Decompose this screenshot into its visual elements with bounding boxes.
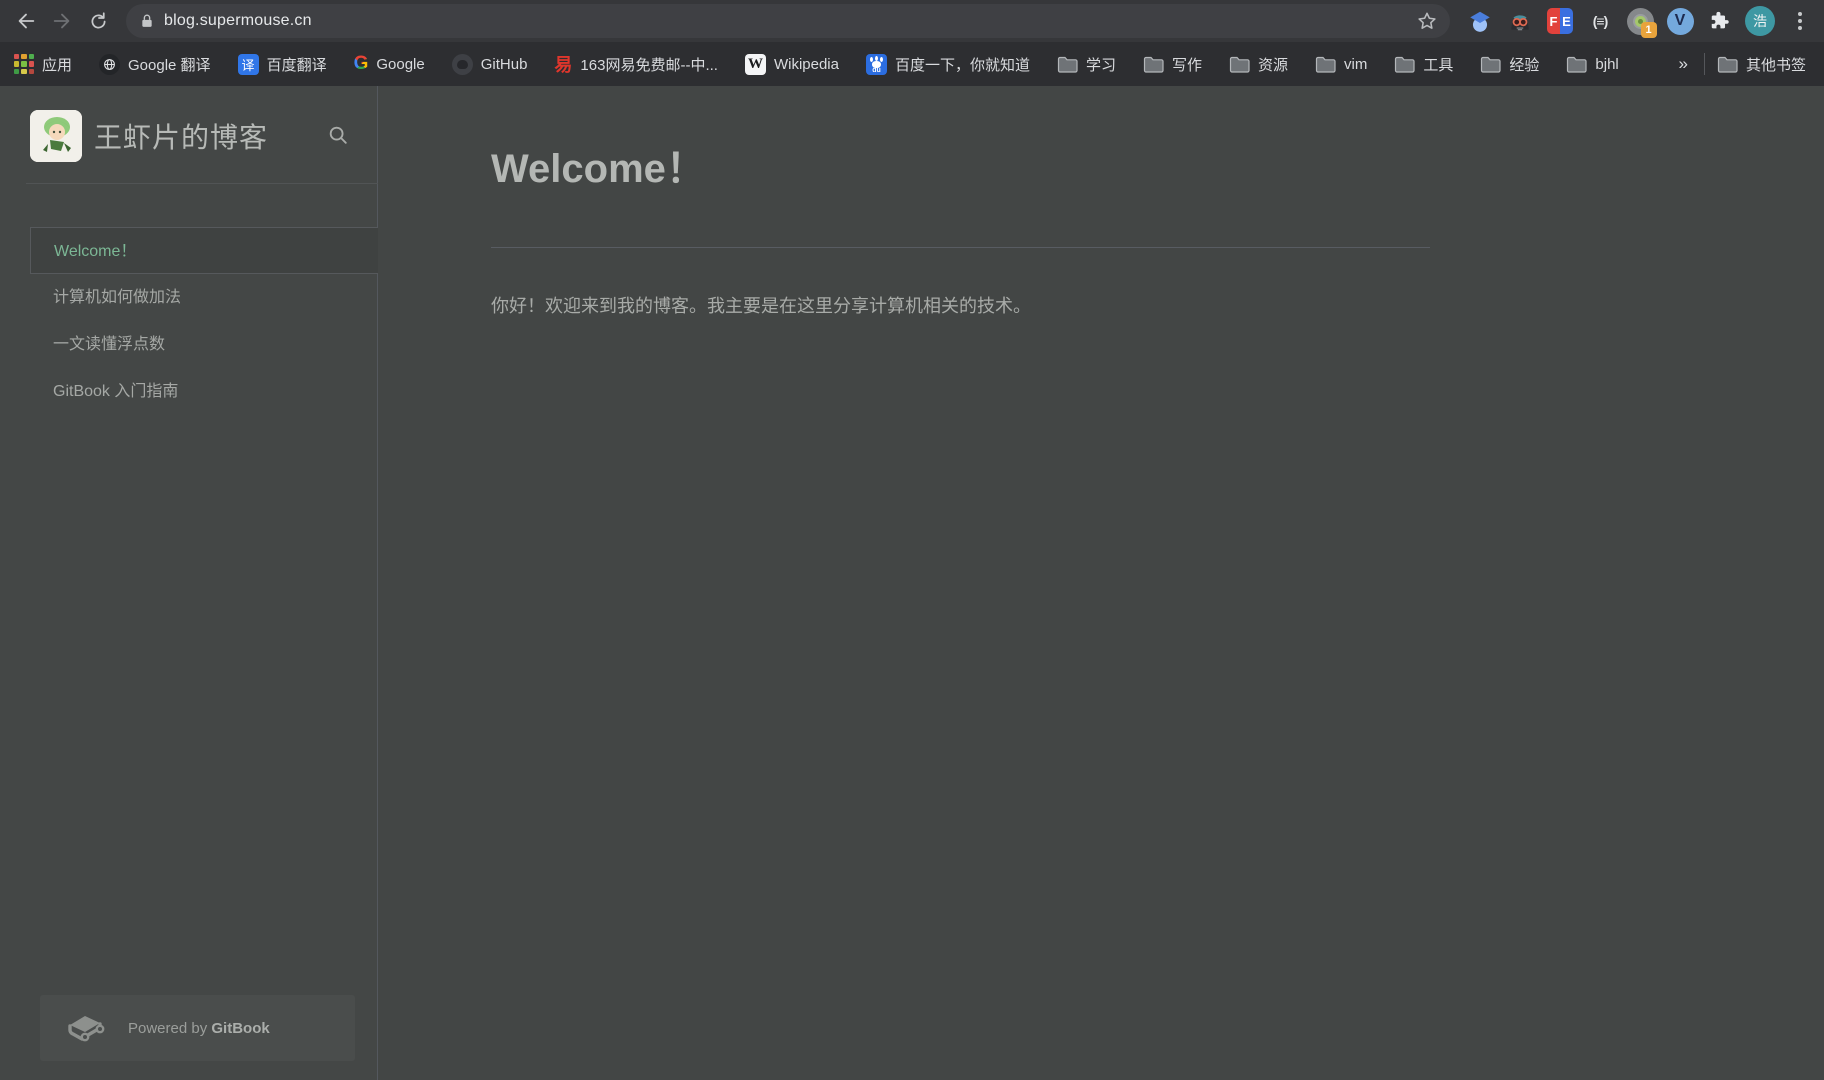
nav-item-floating-point[interactable]: 一文读懂浮点数 (30, 321, 378, 368)
bookmark-folder-writing[interactable]: 写作 (1143, 54, 1202, 75)
back-arrow-icon (18, 13, 35, 29)
bookmark-folder-resources[interactable]: 资源 (1229, 54, 1288, 75)
intro-paragraph: 你好！欢迎来到我的博客。我主要是在这里分享计算机相关的技术。 (491, 296, 1031, 316)
github-octocat-icon (451, 53, 473, 75)
bookmark-163-mail[interactable]: 易 163网易免费邮--中... (554, 51, 718, 77)
record-extension-icon[interactable]: 1 (1620, 0, 1660, 42)
bookmark-folder-bjhl[interactable]: bjhl (1566, 56, 1619, 73)
browser-menu-kebab-icon[interactable] (1780, 0, 1820, 42)
bookmark-folder-tools[interactable]: 工具 (1394, 54, 1453, 75)
bookmark-github[interactable]: GitHub (451, 53, 527, 75)
fe-letter-e: E (1560, 8, 1573, 34)
address-bar[interactable]: blog.supermouse.cn (126, 4, 1450, 38)
forward-arrow-icon (53, 13, 70, 29)
extensions-area: F E (≡) 1 V 浩 (1460, 0, 1820, 42)
folder-icon (1395, 56, 1415, 73)
reload-button[interactable] (80, 3, 116, 39)
netease-icon: 易 (554, 55, 573, 75)
apps-shortcut[interactable]: 应用 (14, 54, 72, 75)
paren-extension-icon[interactable]: (≡) (1580, 0, 1620, 42)
folder-icon (1717, 56, 1738, 73)
site-avatar (30, 110, 82, 162)
scholar-extension-icon[interactable] (1460, 0, 1500, 42)
reload-icon (91, 11, 105, 28)
browser-toolbar: blog.supermouse.cn F E (≡) 1 V 浩 (0, 0, 1824, 42)
bookmark-folder-vim[interactable]: vim (1315, 56, 1367, 73)
folder-icon (1057, 56, 1078, 73)
fe-extension-icon[interactable]: F E (1540, 0, 1580, 42)
nav-item-computer-addition[interactable]: 计算机如何做加法 (30, 274, 378, 321)
folder-icon (1481, 56, 1501, 73)
bookmark-folder-study[interactable]: 学习 (1057, 54, 1116, 75)
bookmark-google-translate[interactable]: Google 翻译 (99, 53, 211, 75)
bookmark-google[interactable]: G Google (354, 53, 425, 75)
bookmarks-bar: 应用 Google 翻译 译 百度翻译 G Google GitHub 易 16… (0, 42, 1824, 86)
main-content: Welcome！ 你好！欢迎来到我的博客。我主要是在这里分享计算机相关的技术。 (379, 86, 1824, 1080)
forward-button[interactable] (44, 3, 80, 39)
baidu-translate-icon: 译 (237, 53, 259, 75)
puzzle-extensions-icon[interactable] (1700, 0, 1740, 42)
folder-icon (1229, 56, 1250, 73)
url-text[interactable]: blog.supermouse.cn (164, 12, 1416, 30)
lock-icon (142, 14, 152, 27)
bookmark-baidu-search[interactable]: du 百度一下，你就知道 (865, 53, 1030, 75)
sidebar-nav: Welcome！ 计算机如何做加法 一文读懂浮点数 GitBook 入门指南 (0, 227, 378, 415)
search-button[interactable] (324, 122, 352, 150)
wikipedia-icon: W (744, 53, 766, 75)
heading-divider (491, 247, 1430, 248)
bookmark-wikipedia[interactable]: W Wikipedia (744, 53, 839, 75)
nav-item-welcome[interactable]: Welcome！ (30, 227, 378, 274)
nav-item-gitbook-guide[interactable]: GitBook 入门指南 (30, 368, 378, 415)
powered-by-gitbook[interactable]: Powered by GitBook (40, 995, 355, 1061)
vader-extension-icon[interactable] (1500, 0, 1540, 42)
bookmark-folder-experience[interactable]: 经验 (1480, 54, 1539, 75)
search-icon (329, 126, 347, 144)
back-button[interactable] (8, 3, 44, 39)
bookmark-baidu-translate[interactable]: 译 百度翻译 (237, 53, 327, 75)
extension-badge: 1 (1640, 21, 1657, 38)
bookmarks-divider (1703, 53, 1705, 75)
bookmarks-right-group: » 其他书签 (1669, 53, 1810, 75)
vimium-extension-icon[interactable]: V (1660, 0, 1700, 42)
bookmarks-overflow-chevron[interactable]: » (1669, 54, 1698, 74)
folder-icon (1315, 56, 1336, 73)
powered-by-text: Powered by GitBook (128, 1019, 270, 1037)
bookmark-star-icon[interactable] (1416, 10, 1438, 32)
page-content: 王虾片的博客 Welcome！ 计算机如何做加法 一文读懂浮点数 GitBook… (0, 86, 1824, 1080)
gitbook-logo-icon (68, 1016, 105, 1042)
other-bookmarks-folder[interactable]: 其他书签 (1717, 54, 1806, 75)
folder-icon (1567, 56, 1588, 73)
sidebar-header-divider (26, 183, 378, 184)
page-title: Welcome！ (491, 147, 706, 191)
google-g-icon: G (353, 53, 369, 74)
baidu-paw-icon: du (865, 53, 887, 75)
fe-letter-f: F (1547, 8, 1560, 34)
site-title: 王虾片的博客 (94, 122, 269, 153)
apps-grid-icon (14, 54, 34, 74)
google-translate-icon (99, 53, 121, 75)
profile-avatar[interactable]: 浩 (1740, 0, 1780, 42)
folder-icon (1143, 56, 1164, 73)
sidebar: 王虾片的博客 Welcome！ 计算机如何做加法 一文读懂浮点数 GitBook… (0, 86, 378, 1080)
